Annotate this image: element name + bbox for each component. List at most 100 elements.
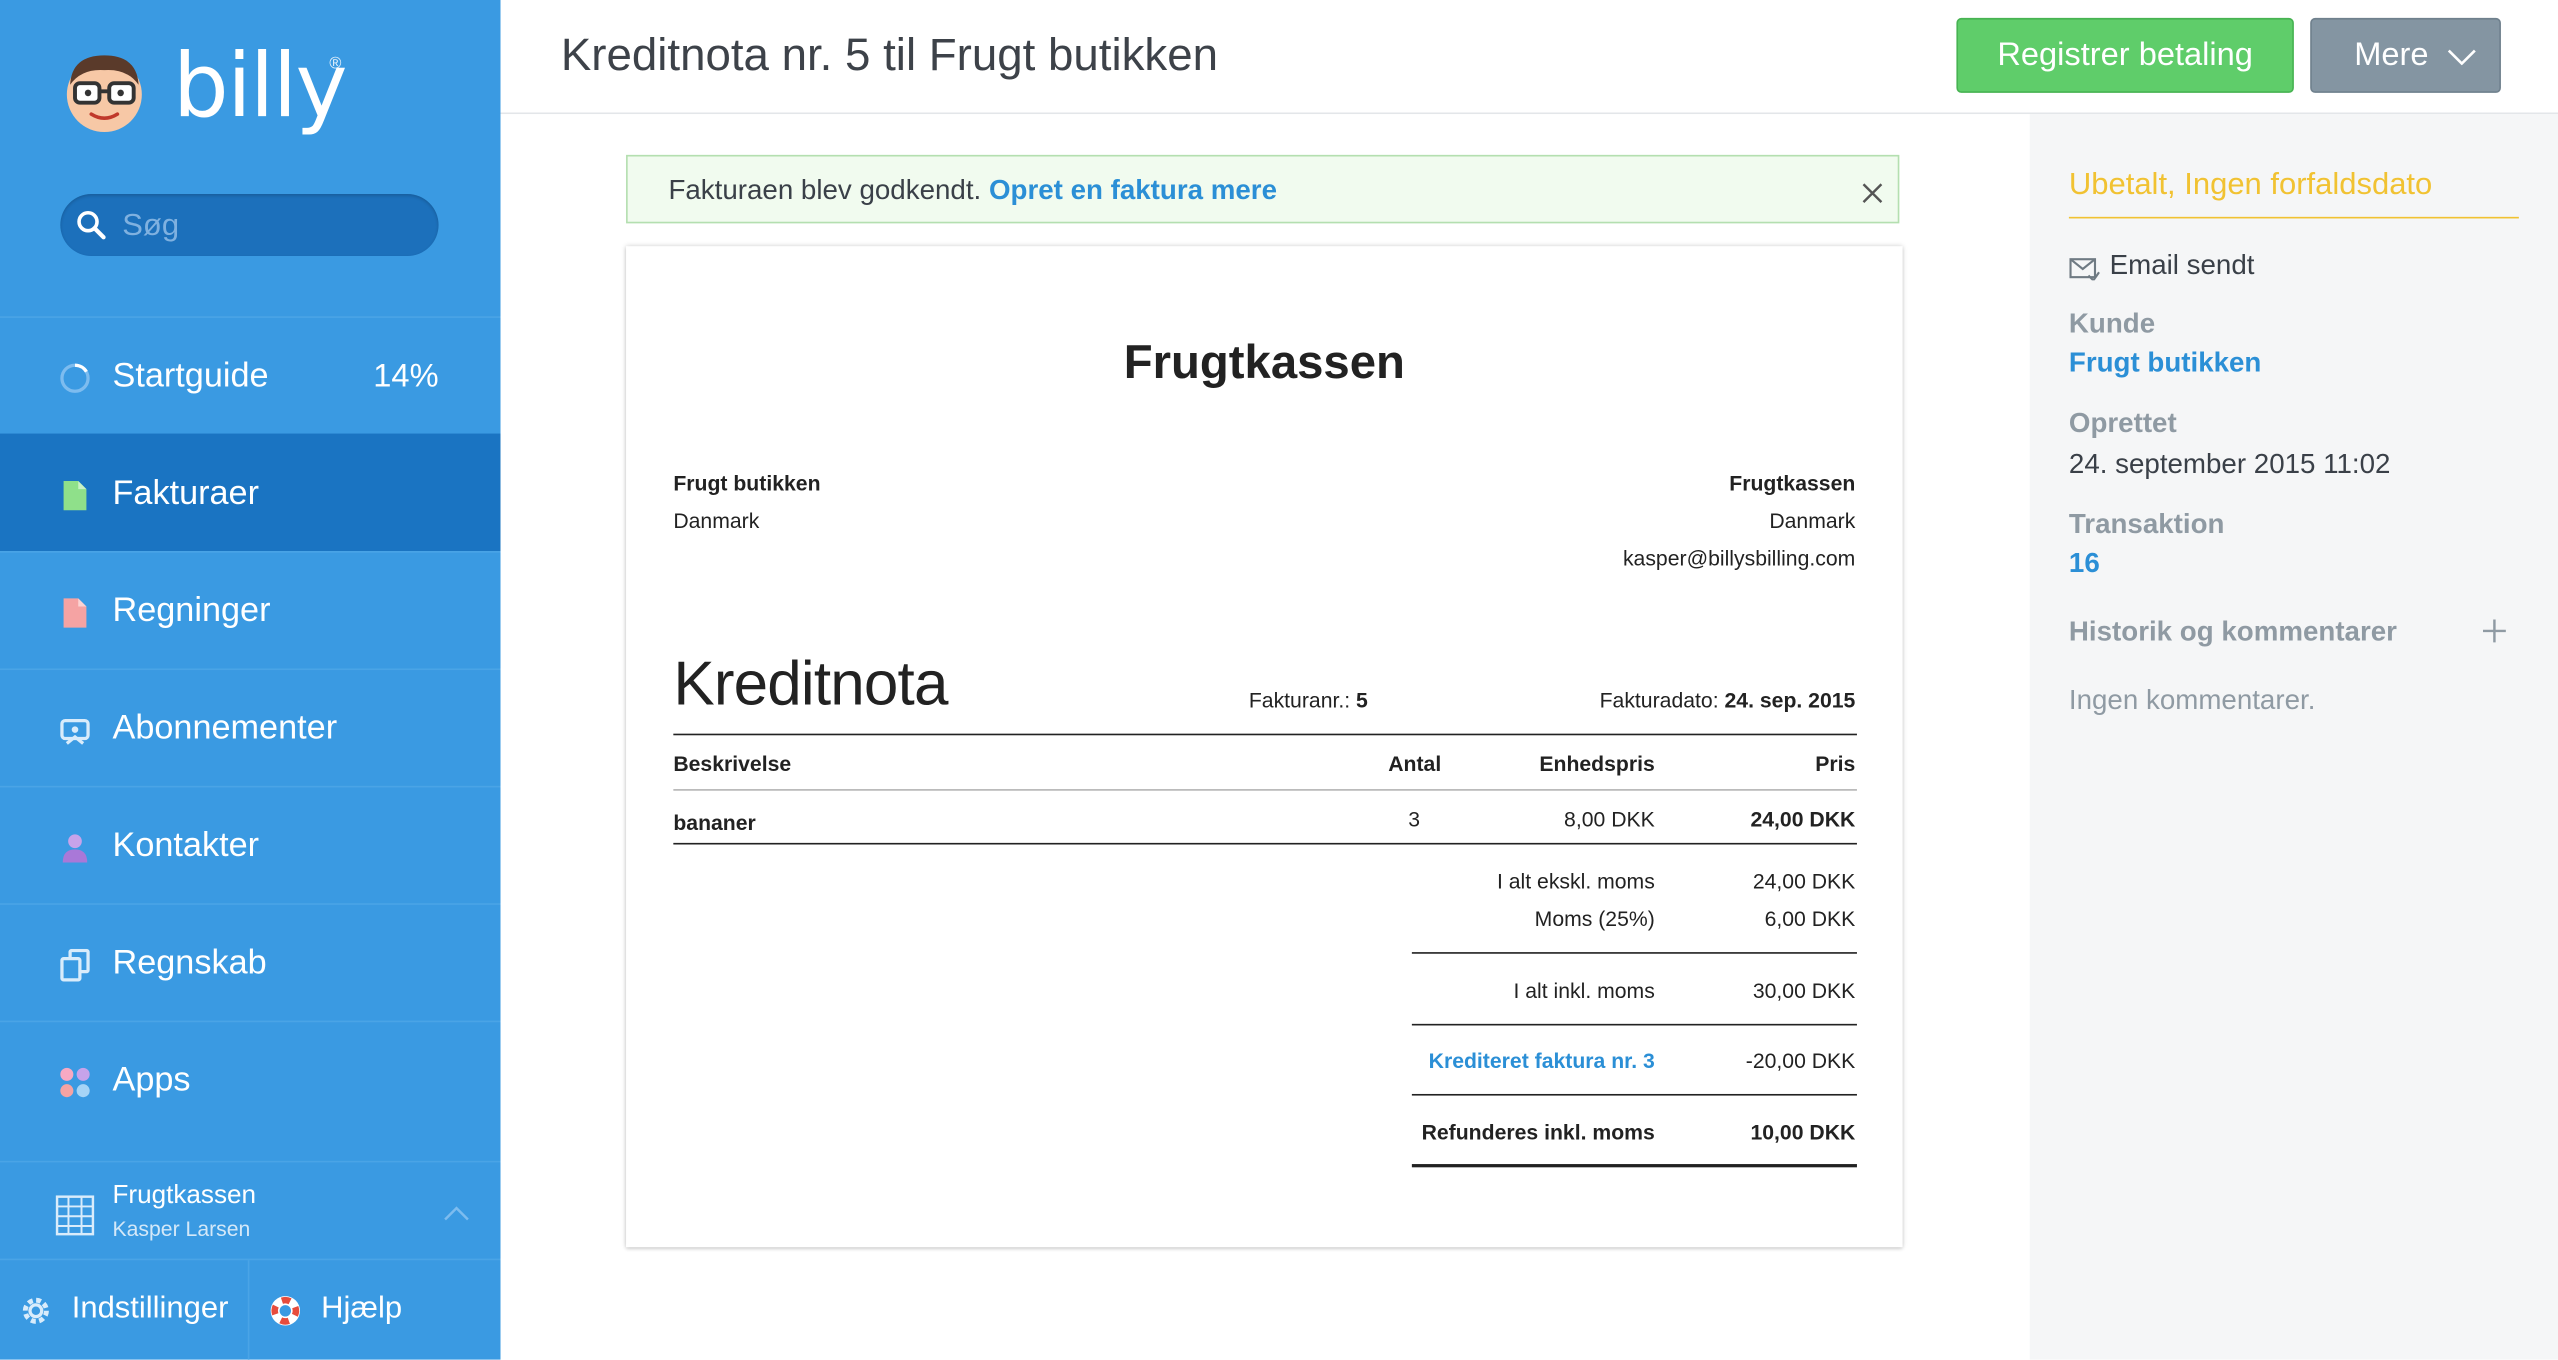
subtotal-label: I alt ekskl. moms bbox=[1496, 868, 1655, 894]
invoice-date-value: 24. sep. 2015 bbox=[1724, 688, 1856, 713]
invoice-document-icon bbox=[63, 480, 87, 511]
organization-switcher[interactable]: Frugtkassen Kasper Larsen bbox=[0, 1160, 501, 1260]
row-rule bbox=[673, 842, 1857, 845]
sidebar-item-kontakter[interactable]: Kontakter bbox=[0, 785, 501, 903]
settings-label: Indstillinger bbox=[71, 1291, 229, 1326]
column-header-unit-price: Enhedspris bbox=[1539, 751, 1655, 777]
more-button[interactable]: Mere bbox=[2310, 17, 2501, 93]
search-input[interactable] bbox=[119, 194, 436, 260]
sidebar-item-abonnementer[interactable]: Abonnementer bbox=[0, 668, 501, 785]
credited-value: -20,00 DKK bbox=[1745, 1048, 1856, 1073]
credited-rule bbox=[1411, 1093, 1857, 1096]
total-label: I alt inkl. moms bbox=[1513, 978, 1655, 1003]
sidebar: billy ® Startguide 14% bbox=[0, 0, 501, 1360]
close-icon[interactable] bbox=[1862, 183, 1883, 204]
sidebar-item-label: Startguide bbox=[112, 357, 269, 395]
customer-link[interactable]: Frugt butikken bbox=[2069, 347, 2261, 380]
customer-label: Kunde bbox=[2068, 308, 2156, 340]
logo-registered-mark: ® bbox=[329, 55, 342, 74]
subtotal-value: 24,00 DKK bbox=[1752, 868, 1856, 894]
sidebar-footer: Indstillinger Hjælp bbox=[0, 1258, 501, 1360]
payment-status: Ubetalt, Ingen forfaldsdato bbox=[2068, 167, 2433, 203]
app-window: billy ® Startguide 14% bbox=[0, 0, 2558, 1360]
startguide-progress: 14% bbox=[373, 358, 439, 395]
sidebar-item-label: Fakturaer bbox=[112, 474, 260, 512]
column-header-quantity: Antal bbox=[1388, 751, 1442, 777]
sidebar-item-label: Kontakter bbox=[112, 826, 260, 865]
create-another-invoice-link[interactable]: Opret en faktura mere bbox=[989, 174, 1277, 205]
sidebar-item-fakturaer[interactable]: Fakturaer bbox=[0, 433, 501, 552]
line-unit-price: 8,00 DKK bbox=[1564, 807, 1655, 832]
vat-label: Moms (25%) bbox=[1534, 906, 1655, 931]
sidebar-item-apps[interactable]: Apps bbox=[0, 1020, 501, 1138]
logo-text: billy bbox=[172, 34, 348, 137]
contact-person-icon bbox=[62, 834, 88, 863]
totals-rule bbox=[1411, 952, 1857, 954]
transaction-link[interactable]: 16 bbox=[2069, 548, 2100, 581]
vat-value: 6,00 DKK bbox=[1764, 906, 1856, 931]
header-rule bbox=[673, 789, 1857, 791]
settings-button[interactable]: Indstillinger bbox=[0, 1260, 250, 1360]
sender-name: Frugtkassen bbox=[1729, 471, 1856, 496]
created-value: 24. september 2015 11:02 bbox=[2068, 448, 2391, 480]
building-icon bbox=[55, 1195, 95, 1236]
billy-logo[interactable]: billy ® bbox=[59, 35, 385, 143]
invoice-details-panel: Ubetalt, Ingen forfaldsdato Email sendt … bbox=[2029, 114, 2558, 1360]
heading-rule bbox=[673, 733, 1857, 736]
chevron-down-icon bbox=[2447, 49, 2476, 66]
help-button[interactable]: Hjælp bbox=[249, 1260, 500, 1359]
organization-name: Frugtkassen bbox=[112, 1181, 257, 1210]
sidebar-item-regnskab[interactable]: Regnskab bbox=[0, 903, 501, 1020]
sidebar-item-regninger[interactable]: Regninger bbox=[0, 551, 501, 668]
column-header-description: Beskrivelse bbox=[673, 751, 792, 777]
register-payment-button[interactable]: Registrer betaling bbox=[1956, 17, 2294, 93]
line-description: bananer bbox=[673, 810, 756, 835]
refund-rule bbox=[1411, 1164, 1857, 1168]
search-icon bbox=[77, 210, 106, 240]
progress-ring-icon bbox=[60, 363, 90, 393]
total-rule bbox=[1411, 1023, 1857, 1026]
gear-icon bbox=[22, 1297, 49, 1324]
recipient-country: Danmark bbox=[673, 508, 760, 534]
sidebar-nav: Startguide 14% Fakturaer Regninger Abonn… bbox=[0, 316, 501, 1138]
recipient-name: Frugt butikken bbox=[673, 471, 821, 496]
sidebar-item-label: Abonnementer bbox=[112, 709, 338, 747]
search-box[interactable] bbox=[60, 194, 439, 260]
transaction-label: Transaktion bbox=[2068, 508, 2225, 540]
email-sent-status: Email sendt bbox=[2109, 249, 2255, 281]
document-company-name: Frugtkassen bbox=[1123, 337, 1405, 390]
subscription-icon bbox=[60, 718, 90, 745]
alert-message-wrap: Fakturaen blev godkendt. Opret en faktur… bbox=[668, 174, 1277, 207]
invoice-date-label: Fakturadato: bbox=[1599, 688, 1719, 713]
created-label: Oprettet bbox=[2068, 407, 2177, 439]
total-value: 30,00 DKK bbox=[1752, 978, 1856, 1003]
status-rule bbox=[2068, 216, 2519, 219]
invoice-number: Fakturanr.: 5 bbox=[1249, 688, 1368, 712]
column-header-price: Pris bbox=[1815, 751, 1856, 777]
page-title: Kreditnota nr. 5 til Frugt butikken bbox=[560, 29, 1219, 80]
sidebar-item-startguide[interactable]: Startguide 14% bbox=[0, 316, 501, 433]
line-price: 24,00 DKK bbox=[1750, 807, 1856, 832]
sidebar-item-label: Regnskab bbox=[112, 943, 267, 982]
sender-country: Danmark bbox=[1769, 508, 1856, 534]
invoice-number-value: 5 bbox=[1356, 688, 1368, 713]
chevron-up-icon bbox=[444, 1206, 469, 1221]
more-button-label: Mere bbox=[2354, 37, 2429, 74]
invoice-number-label: Fakturanr.: bbox=[1248, 688, 1351, 713]
organization-user: Kasper Larsen bbox=[112, 1216, 251, 1241]
sender-email: kasper@billysbilling.com bbox=[1622, 546, 1856, 571]
apps-icon bbox=[60, 1067, 90, 1098]
credited-invoice-link[interactable]: Krediteret faktura nr. 3 bbox=[1429, 1048, 1655, 1072]
add-comment-icon[interactable] bbox=[2481, 618, 2507, 644]
page-header: Kreditnota nr. 5 til Frugt butikken Regi… bbox=[500, 0, 2558, 115]
bill-document-icon bbox=[63, 598, 87, 628]
refund-label: Refunderes inkl. moms bbox=[1421, 1120, 1655, 1145]
sidebar-item-label: Regninger bbox=[112, 591, 271, 630]
billy-face-icon bbox=[66, 55, 142, 133]
sidebar-item-label: Apps bbox=[112, 1061, 191, 1099]
line-quantity: 3 bbox=[1408, 807, 1421, 832]
lifebuoy-icon bbox=[270, 1296, 300, 1326]
success-alert: Fakturaen blev godkendt. Opret en faktur… bbox=[626, 154, 1900, 224]
document-heading: Kreditnota bbox=[673, 650, 948, 719]
main-content: Fakturaen blev godkendt. Opret en faktur… bbox=[500, 114, 2030, 1360]
